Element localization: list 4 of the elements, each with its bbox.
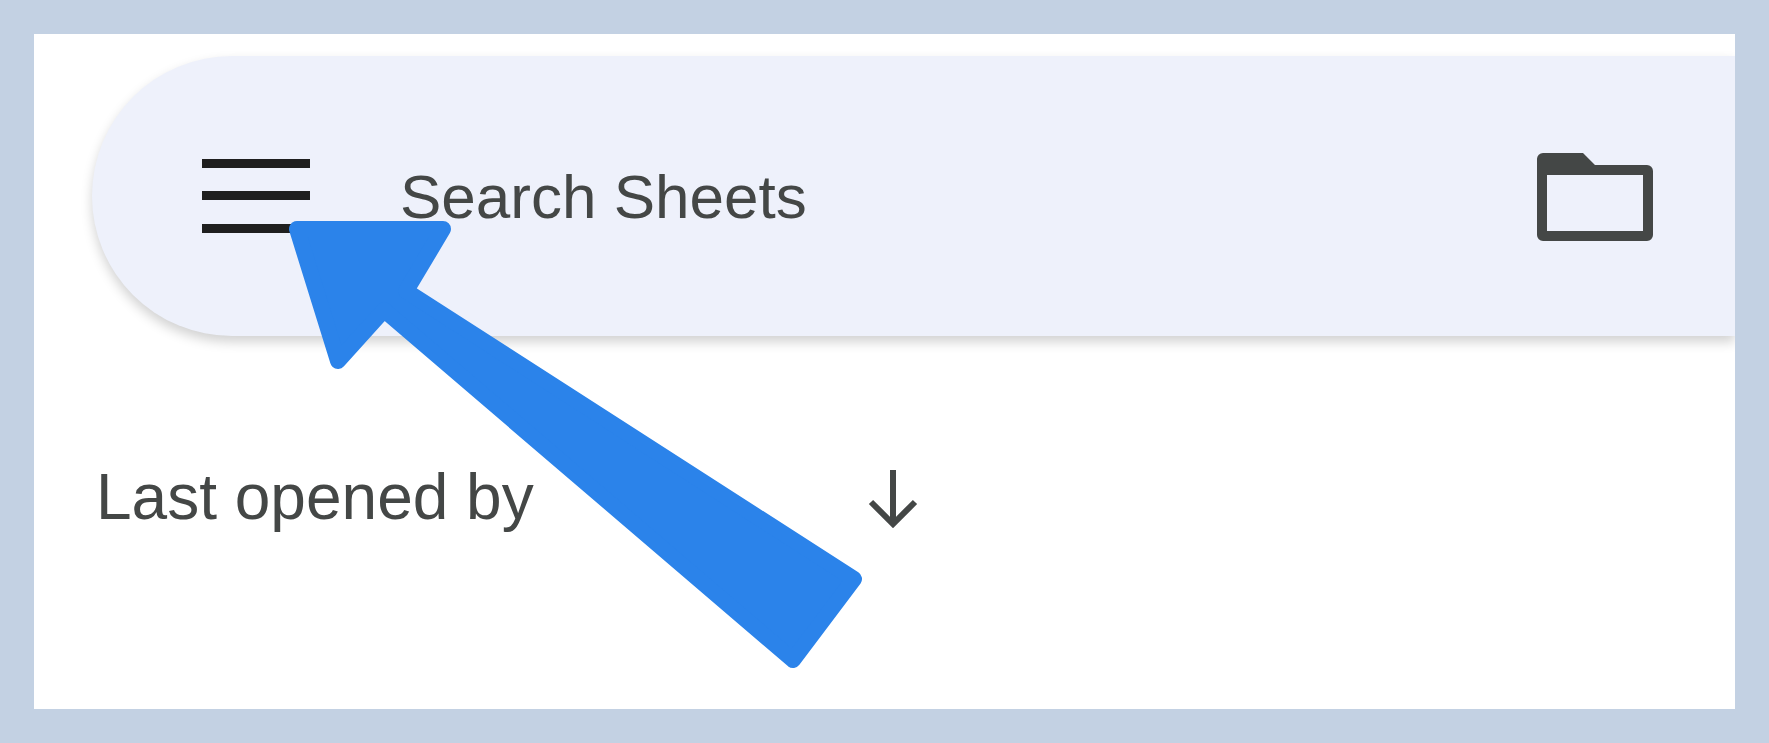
sort-label[interactable]: Last opened by <box>96 460 534 534</box>
search-field[interactable]: Search Sheets <box>398 159 1475 233</box>
menu-icon[interactable] <box>202 159 310 233</box>
search-bar[interactable]: Search Sheets <box>92 56 1735 336</box>
